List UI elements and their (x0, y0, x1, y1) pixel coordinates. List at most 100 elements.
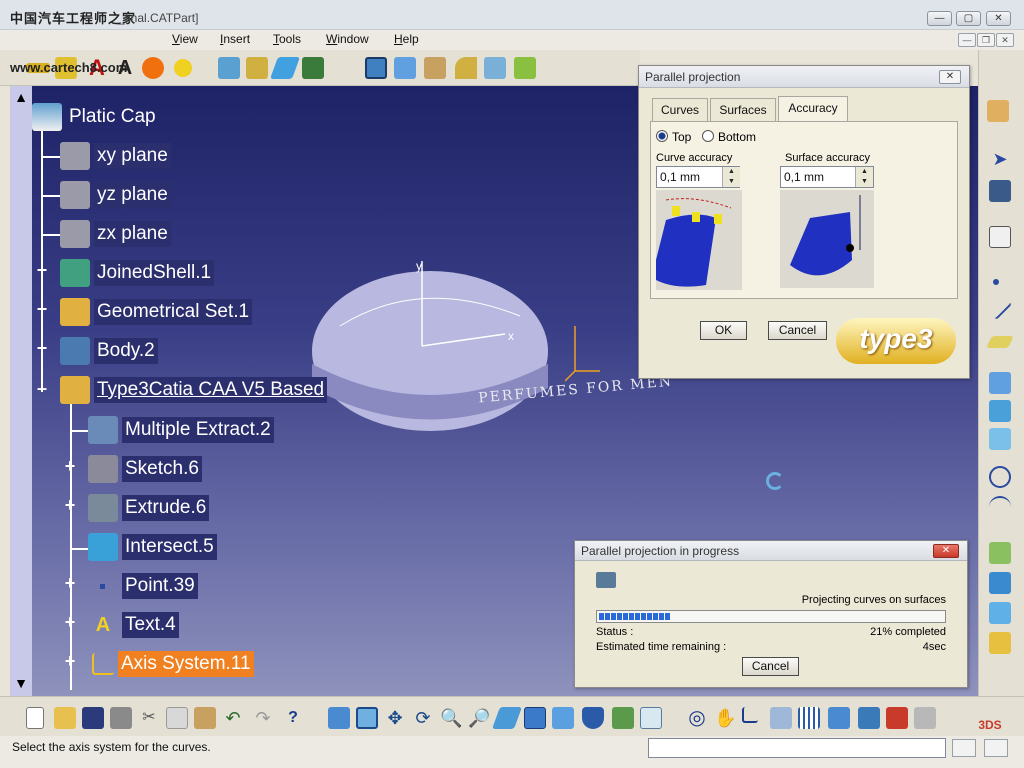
paste-icon[interactable] (194, 707, 216, 729)
revolve-tool-icon[interactable] (989, 400, 1011, 422)
status-button-1-icon[interactable] (952, 739, 976, 757)
tree-node-zx-plane[interactable]: zx plane (60, 220, 171, 248)
tools-icon[interactable] (424, 57, 446, 79)
hand-icon[interactable]: ✋ (714, 707, 736, 729)
axis-icon[interactable] (742, 707, 758, 723)
expand-geomset-icon[interactable]: + (35, 300, 49, 318)
help-icon[interactable]: ? (282, 707, 304, 729)
plane-tool-icon[interactable] (986, 336, 1014, 348)
ok-button[interactable]: OK (700, 321, 747, 340)
tab-accuracy[interactable]: Accuracy (778, 96, 848, 122)
tree-node-sketch[interactable]: Sketch.6 (88, 455, 202, 483)
rotate-icon[interactable]: ⟳ (412, 707, 434, 729)
surface-spin-icon[interactable]: ▲ ▼ (855, 167, 873, 187)
extrude-tool-icon[interactable] (989, 372, 1011, 394)
offset-tool-icon[interactable] (989, 602, 1011, 624)
tree-node-body[interactable]: Body.2 (60, 337, 158, 365)
pan-icon[interactable]: ✥ (384, 707, 406, 729)
menu-view[interactable]: View (172, 32, 198, 46)
expand-sketch-icon[interactable]: + (63, 457, 77, 475)
line-tool-icon[interactable] (987, 295, 1013, 321)
menu-window[interactable]: Window (326, 32, 369, 46)
select-arrow-icon[interactable]: ➤ (989, 148, 1011, 170)
close-icon[interactable]: ✕ (986, 11, 1011, 26)
close-icon[interactable]: ✕ (939, 70, 961, 84)
status-button-2-icon[interactable] (984, 739, 1008, 757)
command-input[interactable] (648, 738, 946, 758)
expand-point-icon[interactable]: + (63, 574, 77, 592)
update-icon[interactable]: ◎ (686, 707, 708, 729)
tab-curves[interactable]: Curves (652, 98, 708, 122)
expand-body-icon[interactable]: + (35, 339, 49, 357)
tree-node-type3catia[interactable]: Type3Catia CAA V5 Based (60, 376, 328, 404)
part-model[interactable]: y x (300, 256, 560, 446)
tree-node-axis-system[interactable]: Axis System.11 (88, 651, 254, 677)
undo-icon[interactable]: ↶ (222, 707, 244, 729)
fit-all-icon[interactable] (356, 707, 378, 729)
snap-icon[interactable] (989, 180, 1011, 202)
collapse-type3-icon[interactable]: – (35, 379, 49, 397)
menu-insert[interactable]: Insert (220, 32, 250, 46)
point-tool-icon[interactable] (993, 279, 999, 285)
progress-cancel-button[interactable]: Cancel (742, 657, 799, 676)
sketch-tool-icon[interactable] (989, 226, 1011, 248)
tree-node-yz-plane[interactable]: yz plane (60, 181, 171, 209)
fly-icon[interactable] (328, 707, 350, 729)
wand-icon[interactable] (514, 57, 536, 79)
doc-close-icon[interactable]: ✕ (996, 33, 1014, 47)
expand-extrude-icon[interactable]: + (63, 496, 77, 514)
swap-space-icon[interactable] (640, 707, 662, 729)
spline-tool-icon[interactable] (989, 496, 1011, 518)
tree-node-geometrical-set[interactable]: Geometrical Set.1 (60, 298, 253, 326)
part-design-icon[interactable] (218, 57, 240, 79)
surface-tool-icon[interactable] (484, 57, 506, 79)
tree-node-multiple-extract[interactable]: Multiple Extract.2 (88, 416, 274, 444)
multi-view-icon[interactable] (524, 707, 546, 729)
minimize-icon[interactable]: — (927, 11, 952, 26)
redo-icon[interactable]: ↷ (252, 707, 274, 729)
workbench-icon[interactable] (858, 707, 880, 729)
radio-top[interactable] (656, 130, 668, 142)
intersect-tool-icon[interactable] (989, 572, 1011, 594)
book-icon[interactable] (302, 57, 324, 79)
tab-surfaces[interactable]: Surfaces (710, 98, 776, 122)
new-file-icon[interactable] (26, 707, 44, 729)
sweep-tool-icon[interactable] (989, 428, 1011, 450)
scroll-down-icon[interactable]: ▼ (12, 674, 30, 692)
open-folder-icon[interactable] (54, 707, 76, 729)
eraser-icon[interactable] (269, 57, 301, 79)
tree-icon[interactable] (770, 707, 792, 729)
project-icon[interactable] (394, 57, 416, 79)
expand-joinedshell-icon[interactable]: + (35, 261, 49, 279)
radio-bottom[interactable] (702, 130, 714, 142)
tree-node-extrude[interactable]: Extrude.6 (88, 494, 210, 522)
maximize-icon[interactable]: ▢ (956, 11, 981, 26)
doc-restore-icon[interactable]: ❐ (977, 33, 995, 47)
save-icon[interactable] (82, 707, 104, 729)
cancel-button[interactable]: Cancel (768, 321, 827, 340)
wireframe-icon[interactable] (174, 59, 192, 77)
copy-icon[interactable] (166, 707, 188, 729)
axis-system-orange[interactable] (565, 316, 605, 386)
tree-node-joinedshell[interactable]: JoinedShell.1 (60, 259, 215, 287)
normal-view-icon[interactable] (491, 707, 523, 729)
expand-axis-icon[interactable]: + (63, 652, 77, 670)
menu-help[interactable]: Help (394, 32, 419, 46)
hide-show-icon[interactable] (612, 707, 634, 729)
tree-node-xy-plane[interactable]: xy plane (60, 142, 171, 170)
iso-view-icon[interactable] (552, 707, 574, 729)
zoom-in-icon[interactable]: 🔍 (440, 707, 462, 729)
doc-minimize-icon[interactable]: — (958, 33, 976, 47)
surface-icon[interactable] (246, 57, 268, 79)
fill-tool-icon[interactable] (989, 632, 1011, 654)
grid-icon[interactable] (365, 57, 387, 79)
paint-icon[interactable] (142, 57, 164, 79)
print-icon[interactable] (110, 707, 132, 729)
measure-icon[interactable] (886, 707, 908, 729)
cut-plane-icon[interactable] (828, 707, 850, 729)
menu-tools[interactable]: Tools (273, 32, 301, 46)
expand-text-icon[interactable]: + (63, 613, 77, 631)
project-tool-icon[interactable] (989, 542, 1011, 564)
tree-node-text[interactable]: A Text.4 (88, 612, 179, 638)
tree-node-point[interactable]: Point.39 (88, 573, 198, 599)
